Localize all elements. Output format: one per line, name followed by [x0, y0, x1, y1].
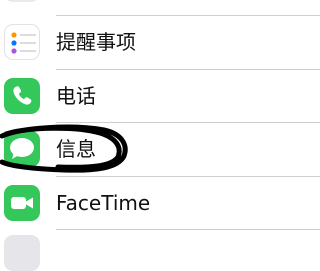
- list-item-label: FaceTime: [56, 191, 151, 215]
- list-item-phone[interactable]: 电话: [0, 70, 320, 122]
- list-item-label: 提醒事项: [56, 30, 136, 54]
- list-item-label: 信息: [56, 137, 96, 161]
- app-icon-partial: [4, 0, 40, 2]
- app-icon-partial: [4, 235, 40, 271]
- list-item-label: 电话: [56, 84, 96, 108]
- list-item-reminders[interactable]: 提醒事项: [0, 16, 320, 68]
- list-item-partial-top[interactable]: [0, 0, 320, 10]
- reminders-icon: [4, 24, 40, 60]
- separator: [56, 229, 320, 230]
- settings-list: 提醒事项 电话 信息 FaceTime: [0, 0, 320, 271]
- messages-icon: [4, 131, 40, 167]
- phone-icon: [4, 78, 40, 114]
- facetime-icon: [4, 185, 40, 221]
- list-item-messages[interactable]: 信息: [0, 123, 320, 175]
- list-item-facetime[interactable]: FaceTime: [0, 177, 320, 229]
